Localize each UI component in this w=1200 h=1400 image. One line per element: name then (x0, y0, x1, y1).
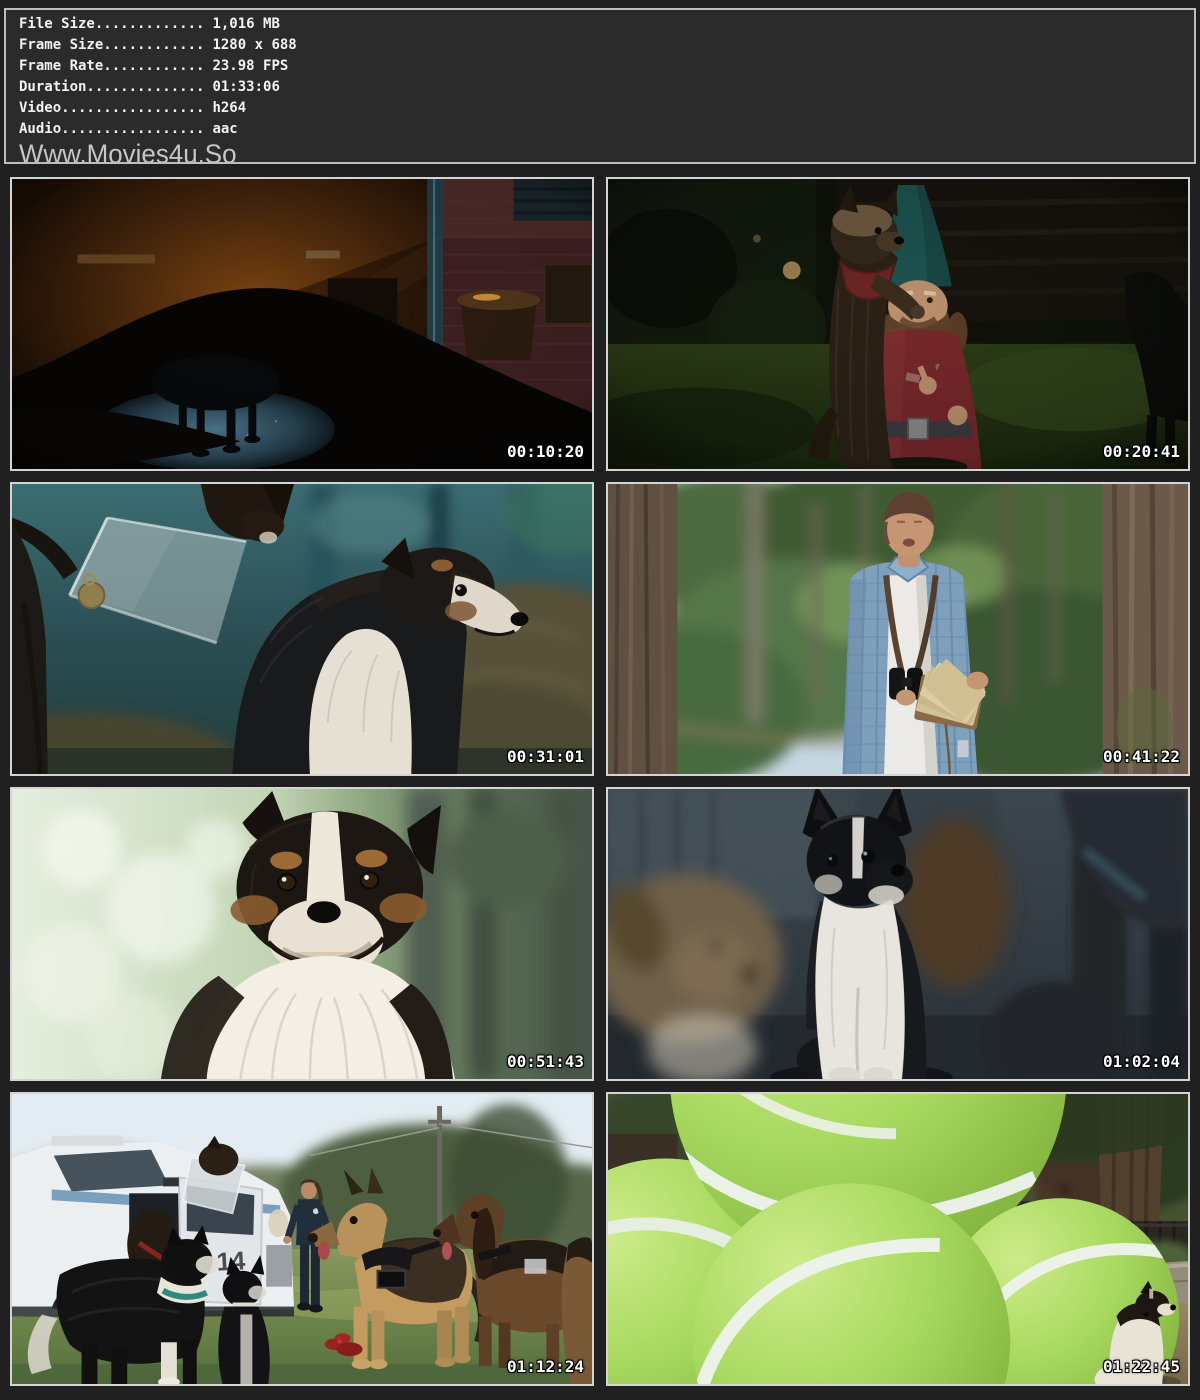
scene-boston-terrier-illustration (608, 789, 1188, 1079)
timestamp-overlay: 01:12:24 (507, 1357, 584, 1376)
site-watermark: Www.Movies4u.So (19, 142, 1147, 164)
info-label: Audio................. (19, 121, 204, 137)
info-label: Video................. (19, 100, 204, 116)
info-value: 01:33:06 (212, 79, 279, 95)
timestamp-overlay: 01:02:04 (1103, 1052, 1180, 1071)
media-info-sheet: { "colors": { "page_bg": "#202020", "pan… (0, 0, 1200, 1400)
screenshot-thumbnail-6: 01:02:04 (606, 787, 1190, 1081)
screenshot-thumbnail-7: 14 (10, 1092, 594, 1386)
timestamp-overlay: 01:22:45 (1103, 1357, 1180, 1376)
screenshot-thumbnail-1: 00:10:20 (10, 177, 594, 471)
scene-forest-man-illustration (608, 484, 1188, 774)
screenshot-thumbnail-8: 01:22:45 (606, 1092, 1190, 1386)
screenshot-thumbnail-3: 00:31:01 (10, 482, 594, 776)
info-value: 23.98 FPS (212, 58, 288, 74)
info-label: Frame Rate............ (19, 58, 204, 74)
screenshot-grid: 00:10:20 (10, 177, 1190, 1386)
info-label: Frame Size............ (19, 37, 204, 53)
screenshot-thumbnail-4: 00:41:22 (606, 482, 1190, 776)
media-info-row: Video................. h264 (19, 98, 1194, 119)
scene-van-dogs-illustration: 14 (12, 1094, 592, 1384)
scene-barn-dog-illustration (12, 484, 592, 774)
info-value: 1,016 MB (212, 16, 279, 32)
scene-tennis-balls-illustration (608, 1094, 1188, 1384)
media-info-row: Audio................. aac (19, 119, 1194, 140)
info-label: Duration.............. (19, 79, 204, 95)
media-info-row: Duration.............. 01:33:06 (19, 77, 1194, 98)
info-value: h264 (212, 100, 246, 116)
media-info-panel: File Size............. 1,016 MB Frame Siz… (4, 8, 1196, 164)
screenshot-thumbnail-2: 00:20:41 (606, 177, 1190, 471)
scene-dog-closeup-illustration (12, 789, 592, 1079)
timestamp-overlay: 00:31:01 (507, 747, 584, 766)
info-value: aac (212, 121, 237, 137)
scene-gnome-illustration (608, 179, 1188, 469)
info-value: 1280 x 688 (212, 37, 296, 53)
timestamp-overlay: 00:10:20 (507, 442, 584, 461)
timestamp-overlay: 00:20:41 (1103, 442, 1180, 461)
media-info-row: Frame Size............ 1280 x 688 (19, 35, 1194, 56)
timestamp-overlay: 00:51:43 (507, 1052, 584, 1071)
info-label: File Size............. (19, 16, 204, 32)
media-info-row: File Size............. 1,016 MB (19, 14, 1194, 35)
scene-night-alley-illustration (12, 179, 592, 469)
timestamp-overlay: 00:41:22 (1103, 747, 1180, 766)
screenshot-thumbnail-5: 00:51:43 (10, 787, 594, 1081)
media-info-row: Frame Rate............ 23.98 FPS (19, 56, 1194, 77)
